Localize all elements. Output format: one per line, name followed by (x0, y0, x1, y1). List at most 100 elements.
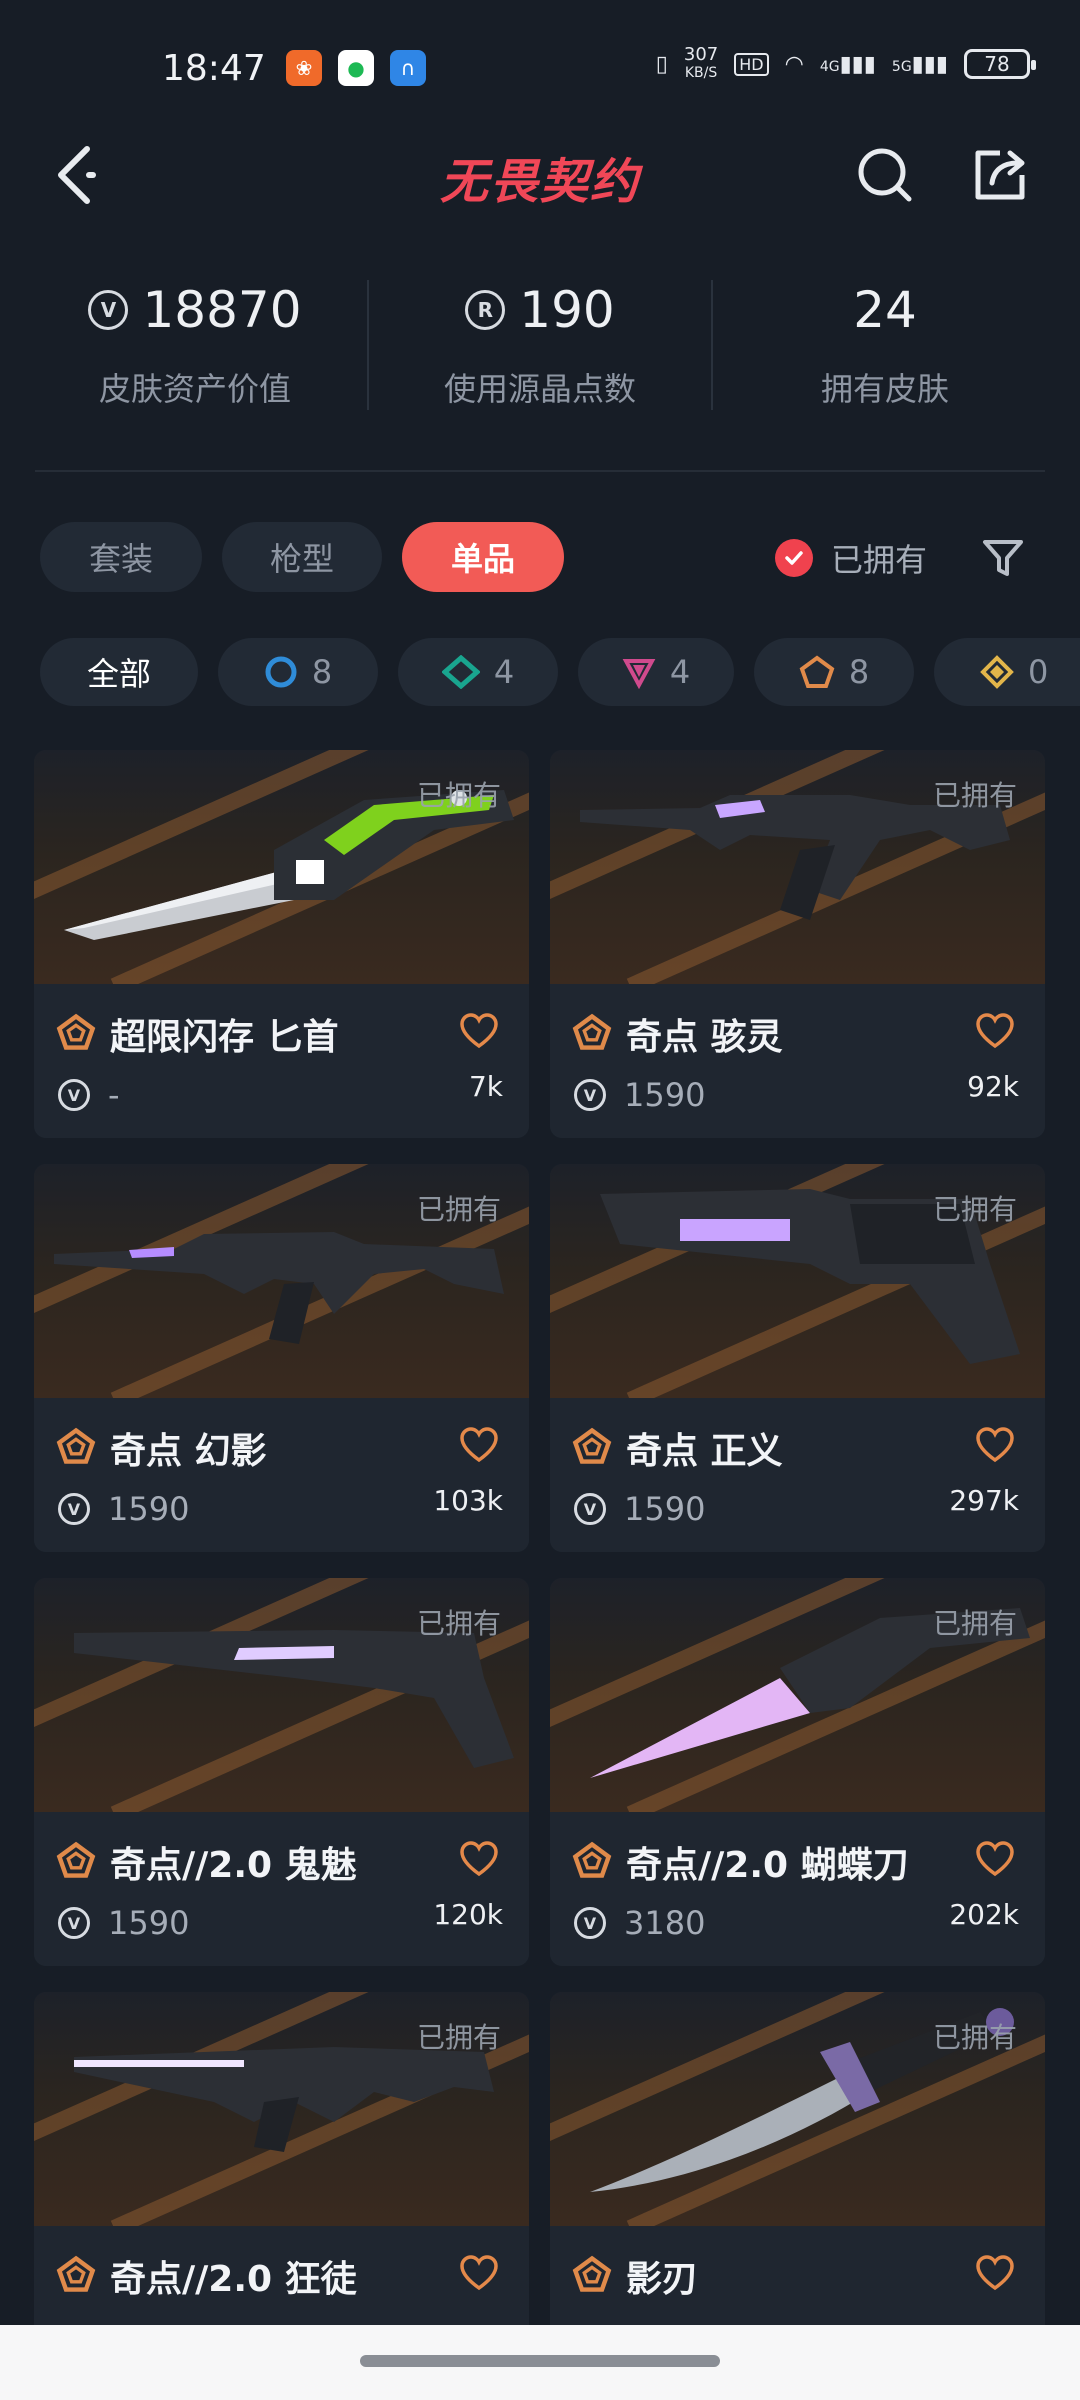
exclusive-tier-icon (56, 1427, 96, 1464)
home-indicator[interactable] (360, 2355, 720, 2367)
checkmark-icon (775, 539, 813, 577)
tab-single-items[interactable]: 单品 (402, 522, 564, 592)
heart-icon[interactable] (459, 1840, 499, 1880)
valorant-point-icon: V (88, 290, 129, 330)
price-value: 1590 (624, 1490, 706, 1528)
stat-label: 拥有皮肤 (820, 370, 949, 408)
tab-bundles[interactable]: 套装 (40, 522, 202, 592)
ultra-tier-icon (980, 655, 1014, 689)
clock: 18:47 (162, 48, 266, 89)
exclusive-tier-icon (572, 1841, 612, 1878)
battery-level: 78 (984, 52, 1010, 76)
chip-count: 8 (848, 653, 870, 691)
net-speed-unit: KB/S (684, 65, 718, 81)
chip-tier-exclusive[interactable]: 8 (754, 638, 914, 706)
stat-value: 190 (519, 281, 615, 339)
wifi-icon: ◠ (784, 51, 804, 77)
skin-price: V 1590 (58, 1490, 189, 1528)
skin-card[interactable]: 已拥有 奇点 骇灵 V 1590 92k (550, 750, 1045, 1138)
exclusive-tier-icon (56, 1841, 96, 1878)
skin-card[interactable]: 已拥有 奇点 幻影 V 1590 103k (34, 1164, 529, 1552)
search-button[interactable] (850, 140, 920, 210)
heart-icon[interactable] (975, 2254, 1015, 2294)
owned-tag: 已拥有 (932, 779, 1017, 812)
tab-weapon-type[interactable]: 枪型 (222, 522, 382, 592)
skin-name: 奇点 幻影 (110, 1431, 267, 1472)
filter-button[interactable] (975, 530, 1031, 586)
search-icon (858, 148, 912, 202)
app-header: 无畏契约 (0, 130, 1080, 250)
map-app-icon: ∩ (390, 50, 426, 86)
like-count: 120k (433, 1898, 503, 1931)
skin-card[interactable]: 已拥有 奇点 正义 V 1590 297k (550, 1164, 1045, 1552)
hd-icon: HD (734, 52, 769, 76)
skin-card[interactable]: 已拥有 奇点//2.0 狂徒 (34, 1992, 529, 2380)
stat-asset-value: V 18870 皮肤资产价值 (25, 270, 365, 410)
skin-price: V 1590 (574, 1076, 705, 1114)
signal-5g-icon: 5G▮▮▮ (891, 51, 948, 77)
stat-value: 18870 (142, 281, 302, 339)
skin-card[interactable]: 已拥有 影刃 (550, 1992, 1045, 2380)
owned-tag: 已拥有 (416, 1607, 501, 1640)
section-divider (35, 470, 1045, 472)
valorant-point-icon: V (58, 1907, 90, 1939)
share-button[interactable] (965, 140, 1035, 210)
skin-card[interactable]: 已拥有 奇点//2.0 鬼魅 V 1590 120k (34, 1578, 529, 1966)
like-count: 7k (468, 1070, 503, 1103)
valorant-point-icon: V (58, 1079, 90, 1111)
exclusive-tier-icon (572, 1427, 612, 1464)
divider (367, 280, 369, 410)
system-navigation-bar (0, 2325, 1080, 2400)
valorant-point-icon: V (574, 1079, 606, 1111)
vibrate-icon: ▯ (655, 51, 668, 77)
heart-icon[interactable] (975, 1840, 1015, 1880)
heart-icon[interactable] (975, 1012, 1015, 1052)
skin-name: 奇点//2.0 狂徒 (110, 2259, 357, 2300)
chip-tier-ultra[interactable]: 0 (934, 638, 1080, 706)
heart-icon[interactable] (975, 1426, 1015, 1466)
price-value: 1590 (108, 1490, 190, 1528)
skin-price: V - (58, 1076, 120, 1114)
price-value: 1590 (624, 1076, 706, 1114)
stat-label: 使用源晶点数 (443, 370, 636, 408)
price-value: - (108, 1076, 120, 1114)
stat-owned-skins: 24 拥有皮肤 (715, 270, 1055, 410)
stat-value: 24 (853, 281, 917, 339)
signal-4g-label: 4G (819, 58, 840, 75)
battery-icon: 78 (964, 49, 1036, 79)
skin-card[interactable]: 已拥有 超限闪存 匕首 V - 7k (34, 750, 529, 1138)
chip-tier-select[interactable]: 8 (218, 638, 378, 706)
exclusive-tier-icon (56, 1013, 96, 1050)
chip-tier-deluxe[interactable]: 4 (398, 638, 558, 706)
divider (711, 280, 713, 410)
heart-icon[interactable] (459, 1012, 499, 1052)
exclusive-tier-icon (56, 2255, 96, 2292)
like-count: 202k (949, 1898, 1019, 1931)
stat-radianite-used: R 190 使用源晶点数 (370, 270, 710, 410)
exclusive-tier-icon (799, 655, 835, 688)
skin-card[interactable]: 已拥有 奇点//2.0 蝴蝶刀 V 3180 202k (550, 1578, 1045, 1966)
heart-icon[interactable] (459, 1426, 499, 1466)
message-app-icon: ● (338, 50, 374, 86)
owned-filter-toggle[interactable]: 已拥有 (775, 530, 927, 586)
chip-count: 4 (493, 653, 515, 691)
funnel-icon (983, 540, 1023, 576)
chip-tier-premium[interactable]: 4 (578, 638, 734, 706)
price-value: 3180 (624, 1904, 706, 1942)
asset-stats: V 18870 皮肤资产价值 R 190 使用源晶点数 24 拥有皮肤 (0, 270, 1080, 450)
skin-name: 奇点 正义 (626, 1431, 783, 1472)
signal-4g-icon: 4G▮▮▮ (819, 51, 876, 77)
skin-price: V 1590 (58, 1904, 189, 1942)
share-icon (975, 150, 1025, 200)
chip-count: 4 (669, 653, 691, 691)
deluxe-tier-icon (441, 655, 480, 689)
chip-all[interactable]: 全部 (40, 638, 198, 706)
exclusive-tier-icon (572, 1013, 612, 1050)
owned-filter-label: 已拥有 (831, 541, 928, 579)
chip-count: 0 (1028, 653, 1049, 691)
heart-icon[interactable] (459, 2254, 499, 2294)
owned-tag: 已拥有 (932, 1193, 1017, 1226)
app-notification-icon: ❀ (286, 50, 322, 86)
like-count: 92k (967, 1070, 1019, 1103)
valorant-point-icon: V (574, 1907, 606, 1939)
